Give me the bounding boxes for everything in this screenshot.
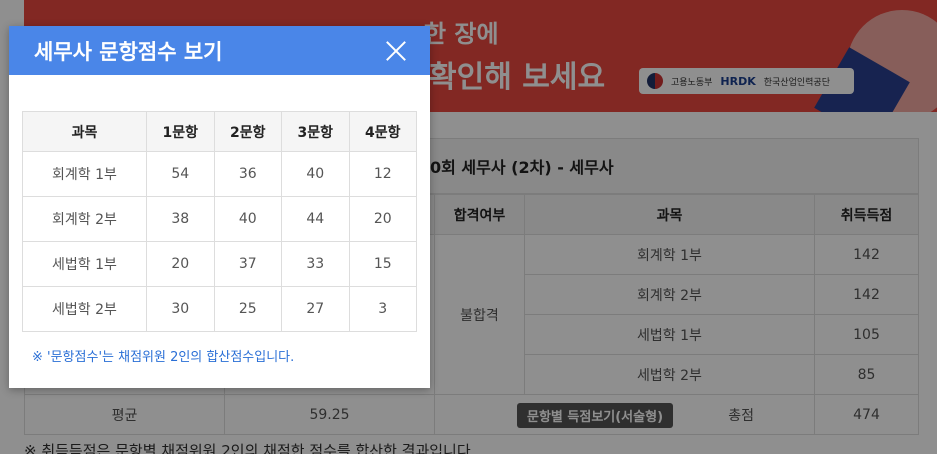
score-q4: 3 [348,286,417,332]
table-row: 세법학 1부 20 37 33 15 [22,241,417,287]
score-q2: 40 [213,196,282,242]
score-subject: 회계학 2부 [22,196,147,242]
score-table: 과목 1문항 2문항 3문항 4문항 회계학 1부 54 36 40 12 회계… [22,111,417,332]
question-score-modal: 세무사 문항점수 보기 과목 1문항 2문항 3문항 4문항 회계학 1부 54… [9,26,430,388]
score-q3: 33 [281,241,350,287]
close-icon[interactable] [384,39,408,63]
score-q3: 27 [281,286,350,332]
score-q4: 15 [348,241,417,287]
score-q2: 25 [213,286,282,332]
table-row: 회계학 2부 38 40 44 20 [22,196,417,242]
score-q1: 30 [146,286,215,332]
modal-note: ※ '문항점수'는 채점위원 2인의 합산점수입니다. [32,350,295,365]
score-header-q4: 4문항 [348,111,417,152]
score-q2: 37 [213,241,282,287]
score-subject: 회계학 1부 [22,151,147,197]
score-q4: 12 [348,151,417,197]
score-q2: 36 [213,151,282,197]
score-q4: 20 [348,196,417,242]
score-header-q1: 1문항 [146,111,215,152]
score-subject: 세법학 1부 [22,241,147,287]
table-row: 세법학 2부 30 25 27 3 [22,286,417,332]
score-q3: 40 [281,151,350,197]
score-header-q2: 2문항 [213,111,282,152]
score-subject: 세법학 2부 [22,286,147,332]
table-row: 회계학 1부 54 36 40 12 [22,151,417,197]
modal-title: 세무사 문항점수 보기 [34,39,223,64]
score-q1: 38 [146,196,215,242]
score-q3: 44 [281,196,350,242]
score-header-q3: 3문항 [281,111,350,152]
score-q1: 20 [146,241,215,287]
modal-header: 세무사 문항점수 보기 [9,26,430,75]
score-header-subject: 과목 [22,111,147,152]
score-q1: 54 [146,151,215,197]
